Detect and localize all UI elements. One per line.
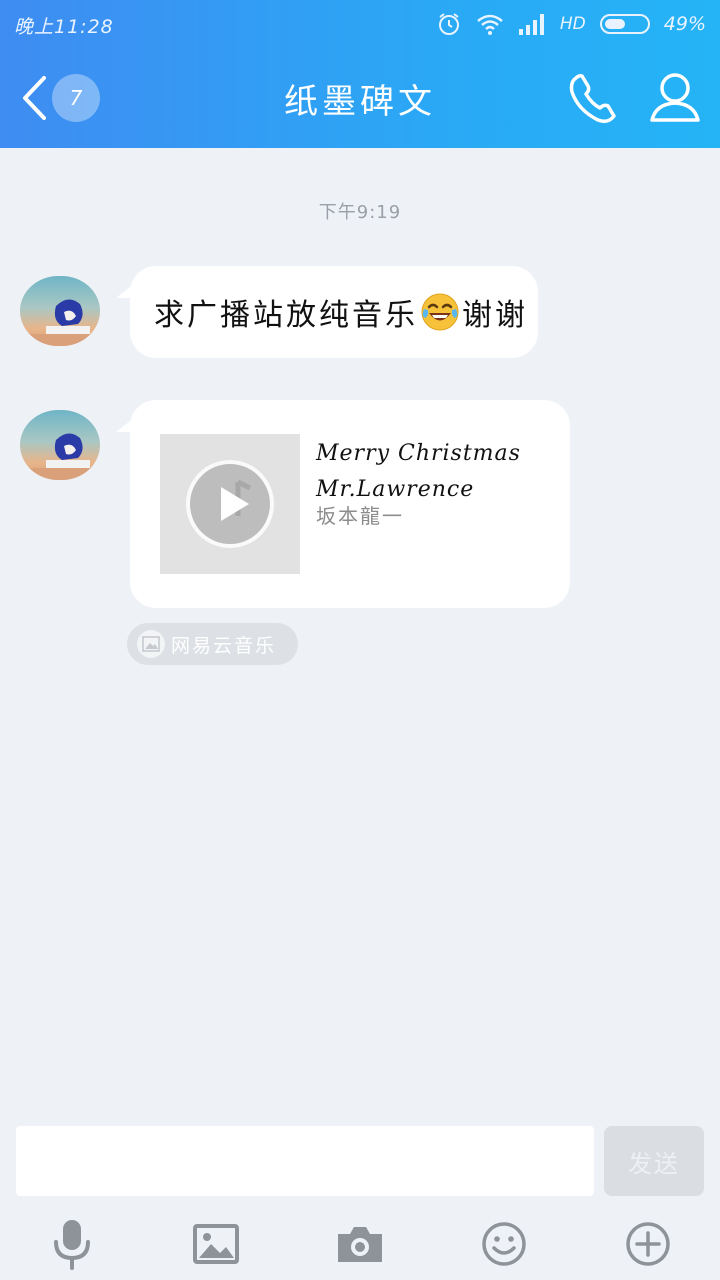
phone-icon xyxy=(569,74,616,124)
network-type: HD xyxy=(559,14,586,34)
plus-icon xyxy=(626,1222,670,1266)
bubble-tail xyxy=(116,284,134,298)
message-timestamp: 下午9:19 xyxy=(318,202,402,223)
avatar-art xyxy=(20,433,100,480)
page-title: 纸墨碑文 xyxy=(284,82,436,122)
image-icon xyxy=(137,630,165,658)
status-icons: HD 49% xyxy=(436,10,706,38)
more-button[interactable] xyxy=(618,1214,678,1274)
music-card[interactable]: Merry Christmas Mr.Lawrence 坂本龍一 xyxy=(116,400,570,608)
microphone-icon xyxy=(54,1220,90,1270)
music-artist: 坂本龍一 xyxy=(316,504,404,528)
chevron-left-icon xyxy=(23,76,46,120)
emoji-button[interactable] xyxy=(474,1214,534,1274)
message-input[interactable] xyxy=(16,1126,594,1196)
top-header: 晚上11:28 HD 49% 7 纸墨碑文 xyxy=(0,0,720,148)
camera-button[interactable] xyxy=(330,1214,390,1274)
message-text-part: 谢谢 xyxy=(462,298,528,333)
user-icon xyxy=(650,73,700,122)
battery-percent: 49% xyxy=(663,13,706,35)
input-toolbar xyxy=(0,1206,720,1280)
music-source-tag[interactable]: 网易云音乐 xyxy=(127,623,298,665)
nav-bar: 7 纸墨碑文 xyxy=(0,48,720,148)
message-text: 求广播站放纯音乐 谢谢 xyxy=(154,266,528,358)
message-bubble[interactable]: 求广播站放纯音乐 谢谢 xyxy=(116,266,538,358)
music-cover[interactable] xyxy=(160,434,300,574)
play-icon[interactable] xyxy=(184,458,276,550)
camera-icon xyxy=(338,1227,382,1262)
music-title: Merry Christmas Mr.Lawrence xyxy=(316,441,521,502)
status-bar: 晚上11:28 HD 49% xyxy=(0,0,720,48)
tears-of-joy-emoji-icon xyxy=(421,293,459,331)
emoji-icon xyxy=(482,1222,526,1266)
profile-button[interactable] xyxy=(648,70,702,126)
voice-button[interactable] xyxy=(42,1214,102,1274)
avatar[interactable] xyxy=(20,276,100,346)
unread-count-badge[interactable]: 7 xyxy=(52,74,100,122)
music-source-label: 网易云音乐 xyxy=(171,634,277,657)
battery-icon xyxy=(599,14,650,34)
avatar[interactable] xyxy=(20,410,100,480)
avatar-art xyxy=(20,299,100,346)
bubble-tail xyxy=(116,418,134,432)
call-button[interactable] xyxy=(566,72,622,126)
battery-fill xyxy=(604,19,625,29)
send-button[interactable]: 发送 xyxy=(604,1126,704,1196)
message-text-part: 求广播站放纯音乐 xyxy=(154,298,418,333)
status-time: 晚上11:28 xyxy=(14,16,114,38)
image-picker-button[interactable] xyxy=(186,1214,246,1274)
signal-icon xyxy=(518,14,544,35)
back-button[interactable] xyxy=(14,72,54,124)
alarm-icon xyxy=(438,13,459,35)
wifi-icon xyxy=(477,14,503,35)
image-icon xyxy=(193,1224,239,1264)
